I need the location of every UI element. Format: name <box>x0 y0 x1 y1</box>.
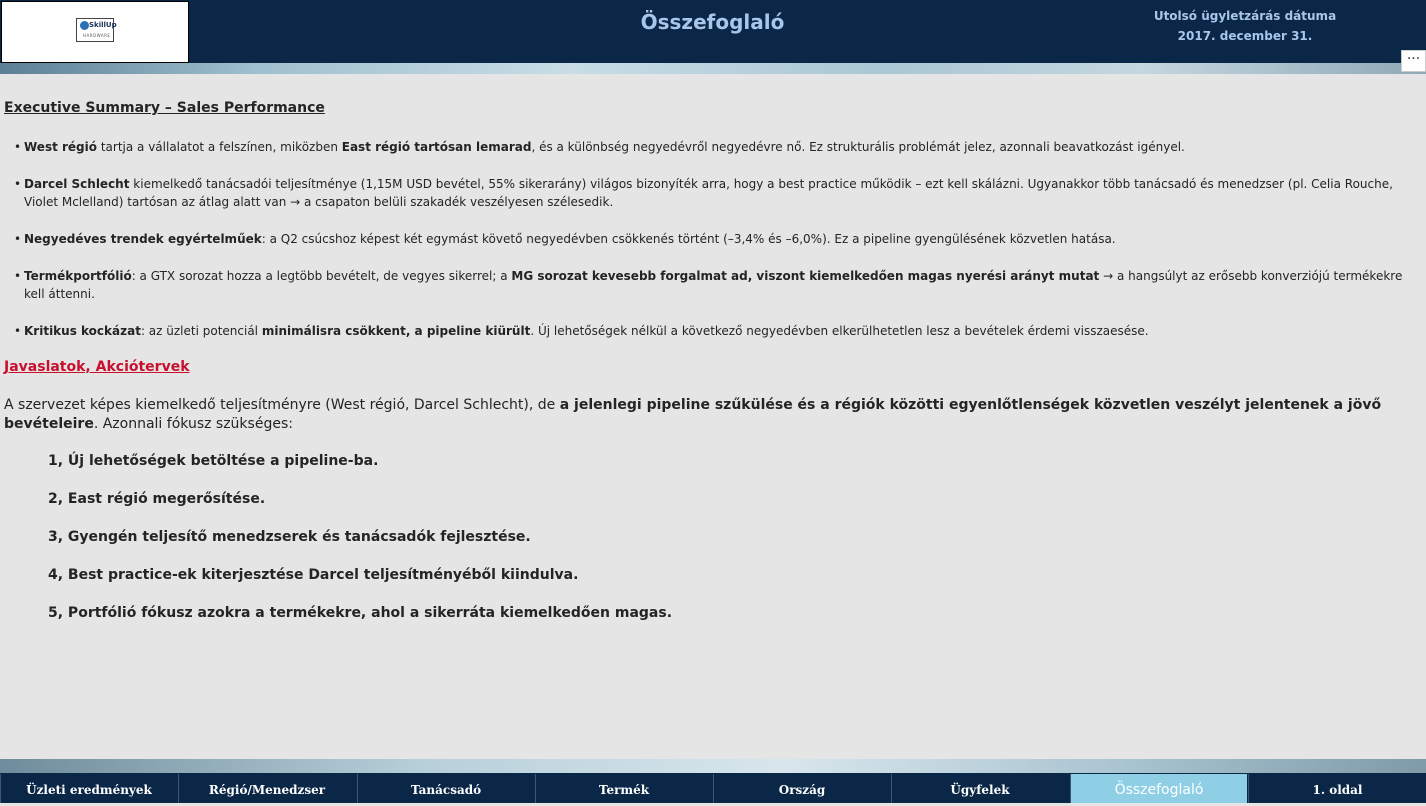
action-intro-text: A szervezet képes kiemelkedő teljesítmén… <box>4 396 1394 434</box>
nav-tab-7[interactable]: Összefoglaló <box>1070 774 1247 803</box>
summary-bullet: West régió tartja a vállalatot a felszín… <box>14 138 1410 156</box>
action-item: 5, Portfólió fókusz azokra a termékekre,… <box>48 605 673 621</box>
action-plan-heading: Javaslatok, Akciótervek <box>4 359 190 375</box>
action-item-list: 1, Új lehetőségek betöltése a pipeline-b… <box>48 453 672 643</box>
body-text: : a Q2 csúcshoz képest két egymást követ… <box>261 232 1116 246</box>
executive-summary-heading: Executive Summary – Sales Performance <box>4 100 325 116</box>
body-text: A szervezet képes kiemelkedő teljesítmén… <box>4 397 560 413</box>
company-logo: SkillUp HARDWARE <box>76 18 117 42</box>
action-item: 2, East régió megerősítése. <box>48 491 266 507</box>
page-navigation-bar: Üzleti eredmények Régió/Menedzser Tanácsad… <box>0 773 1426 803</box>
emphasis-text: MG sorozat kevesebb forgalmat ad, viszon… <box>511 269 1100 283</box>
body-text: , és a különbség negyedévről negyedévre … <box>531 140 1185 154</box>
nav-tab-4[interactable]: Termék <box>535 774 712 803</box>
more-options-button[interactable]: ··· <box>1401 50 1426 72</box>
emphasis-text: West régió <box>24 140 98 154</box>
logo-globe-icon <box>80 21 89 30</box>
page-title: Összefoglaló <box>640 10 785 34</box>
body-text: kiemelkedő tanácsadói teljesítménye (1,1… <box>24 177 1393 209</box>
nav-tab-5[interactable]: Ország <box>713 774 890 803</box>
footer-decor-strip <box>0 759 1426 773</box>
emphasis-text: Negyedéves trendek egyértelműek <box>24 232 262 246</box>
body-text: tartja a vállalatot a felszínen, miközbe… <box>97 140 342 154</box>
action-item: 1, Új lehetőségek betöltése a pipeline-b… <box>48 453 379 469</box>
action-item: 3, Gyengén teljesítő menedzserek és taná… <box>48 529 531 545</box>
emphasis-text: Termékportfólió <box>24 269 132 283</box>
nav-tab-1[interactable]: Üzleti eredmények <box>0 774 177 803</box>
summary-bullet: Negyedéves trendek egyértelműek: a Q2 cs… <box>14 230 1410 248</box>
body-text: : a GTX sorozat hozza a legtöbb bevételt… <box>131 269 512 283</box>
nav-tab-6[interactable]: Ügyfelek <box>891 774 1068 803</box>
nav-tab-2[interactable]: Régió/Menedzser <box>178 774 355 803</box>
body-text: . Új lehetőségek nélkül a következő negy… <box>530 324 1149 338</box>
emphasis-text: Darcel Schlecht <box>24 177 130 191</box>
logo-text: SkillUp <box>89 21 117 29</box>
last-transaction-date: 2017. december 31. <box>1177 29 1313 43</box>
summary-bullet-list: West régió tartja a vállalatot a felszín… <box>14 138 1410 359</box>
nav-tab-3[interactable]: Tanácsadó <box>357 774 534 803</box>
summary-bullet: Termékportfólió: a GTX sorozat hozza a l… <box>14 267 1410 303</box>
summary-bullet: Darcel Schlecht kiemelkedő tanácsadói te… <box>14 175 1410 211</box>
nav-tab-8[interactable]: 1. oldal <box>1248 774 1426 803</box>
logo-container: SkillUp HARDWARE <box>1 1 189 63</box>
emphasis-text: minimálisra csökkent, a pipeline kiürült <box>261 324 531 338</box>
body-text: . Azonnali fókusz szükséges: <box>93 416 293 432</box>
logo-subtext: HARDWARE <box>83 33 111 38</box>
emphasis-text: Kritikus kockázat <box>24 324 141 338</box>
action-item: 4, Best practice-ek kiterjesztése Darcel… <box>48 567 579 583</box>
report-header: SkillUp HARDWARE Összefoglaló Utolsó ügy… <box>0 0 1426 64</box>
last-transaction-label: Utolsó ügyletzárás dátuma <box>1153 9 1337 23</box>
emphasis-text: East régió tartósan lemarad <box>341 140 532 154</box>
header-decor-strip <box>0 63 1426 74</box>
body-text: : az üzleti potenciál <box>140 324 262 338</box>
summary-bullet: Kritikus kockázat: az üzleti potenciál m… <box>14 322 1410 340</box>
